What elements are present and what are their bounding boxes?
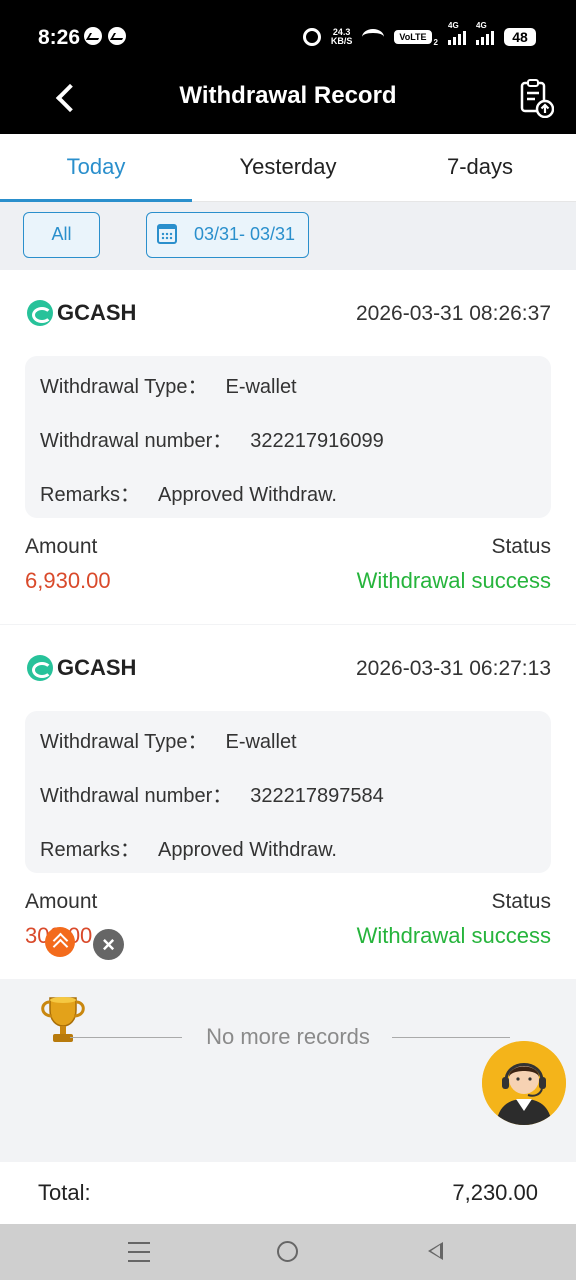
withdrawal-type-row: Withdrawal Type： E-wallet xyxy=(40,370,297,399)
system-nav-bar xyxy=(0,1224,576,1280)
date-range-label: 03/31- 03/31 xyxy=(193,224,296,244)
withdrawal-type-label: Withdrawal Type： xyxy=(40,731,208,753)
record-card: GCASH 2026-03-31 08:26:37 Withdrawal Typ… xyxy=(0,270,576,624)
withdrawal-number-value: 322217916099 xyxy=(250,430,384,452)
close-float-button[interactable]: × xyxy=(93,929,124,960)
gcash-icon xyxy=(27,655,53,681)
battery-icon: 48 xyxy=(504,28,536,46)
withdrawal-type-value: E-wallet xyxy=(225,376,297,398)
messenger-icon xyxy=(84,27,102,45)
total-bar: Total: 7,230.00 xyxy=(0,1162,576,1224)
record-details: Withdrawal Type： E-wallet Withdrawal numb… xyxy=(25,711,551,873)
record-details: Withdrawal Type： E-wallet Withdrawal numb… xyxy=(25,356,551,518)
status-label: Status xyxy=(491,890,551,913)
app-header: Withdrawal Record xyxy=(0,64,576,134)
remarks-label: Remarks： xyxy=(40,484,141,506)
scroll-top-button[interactable] xyxy=(45,927,75,957)
remarks-row: Remarks： Approved Withdraw. xyxy=(40,478,337,507)
filter-bar: All 03/31- 03/31 xyxy=(0,202,576,270)
withdrawal-number-row: Withdrawal number： 322217916099 xyxy=(40,424,384,453)
tab-today[interactable]: Today xyxy=(0,134,192,202)
remarks-label: Remarks： xyxy=(40,839,141,861)
back-icon[interactable] xyxy=(428,1242,443,1260)
alarm-icon xyxy=(302,28,321,46)
withdrawal-number-value: 322217897584 xyxy=(250,785,384,807)
record-timestamp: 2026-03-31 06:27:13 xyxy=(356,657,551,680)
filter-all-button[interactable]: All xyxy=(23,212,100,258)
status-time: 8:26 xyxy=(38,26,81,49)
amount-value: 6,930.00 xyxy=(25,568,111,593)
calendar-icon xyxy=(157,224,177,244)
channel: GCASH xyxy=(27,655,136,681)
home-icon[interactable] xyxy=(277,1241,298,1262)
channel-name: GCASH xyxy=(57,655,137,680)
signal-icon: 4G xyxy=(476,21,494,45)
divider-line xyxy=(392,1037,510,1038)
tab-7-days[interactable]: 7-days xyxy=(384,134,576,201)
net-speed-unit: KB/S xyxy=(330,36,353,46)
date-range-button[interactable]: 03/31- 03/31 xyxy=(146,212,309,258)
status-value: Withdrawal success xyxy=(356,923,551,948)
messenger-icon xyxy=(108,27,126,45)
page-title: Withdrawal Record xyxy=(179,82,397,109)
clipboard-upload-icon[interactable] xyxy=(518,78,555,119)
date-tabs: Today Yesterday 7-days xyxy=(0,134,576,202)
withdrawal-number-label: Withdrawal number： xyxy=(40,785,233,807)
status-bar: 8:26 24.3 KB/S VoLTE 2 4G 4G 48 xyxy=(0,0,576,64)
withdrawal-type-row: Withdrawal Type： E-wallet xyxy=(40,725,297,754)
withdrawal-type-value: E-wallet xyxy=(225,731,297,753)
divider-line xyxy=(70,1037,182,1038)
amount-label: Amount xyxy=(25,890,98,913)
status-value: Withdrawal success xyxy=(356,568,551,593)
channel-name: GCASH xyxy=(57,300,137,325)
sim-index: 2 xyxy=(433,37,438,47)
tab-yesterday[interactable]: Yesterday xyxy=(192,134,384,201)
signal-icon: 4G xyxy=(448,21,466,45)
support-agent-icon xyxy=(482,1041,566,1125)
remarks-row: Remarks： Approved Withdraw. xyxy=(40,833,337,862)
total-value: 7,230.00 xyxy=(452,1180,538,1205)
status-label: Status xyxy=(491,535,551,558)
channel: GCASH xyxy=(27,300,136,326)
list-end: No more records xyxy=(0,980,576,1162)
network-type: 4G xyxy=(448,21,459,30)
total-label: Total: xyxy=(38,1180,91,1205)
record-timestamp: 2026-03-31 08:26:37 xyxy=(356,302,551,325)
net-speed: 24.3 KB/S xyxy=(331,28,353,46)
remarks-value: Approved Withdraw. xyxy=(158,839,337,861)
no-more-records: No more records xyxy=(206,1024,370,1049)
menu-icon[interactable] xyxy=(128,1242,150,1262)
volte-badge: VoLTE xyxy=(394,30,432,44)
network-type: 4G xyxy=(476,21,487,30)
gcash-icon xyxy=(27,300,53,326)
remarks-value: Approved Withdraw. xyxy=(158,484,337,506)
withdrawal-number-row: Withdrawal number： 322217897584 xyxy=(40,779,384,808)
withdrawal-type-label: Withdrawal Type： xyxy=(40,376,208,398)
wifi-icon xyxy=(362,29,385,45)
record-card: GCASH 2026-03-31 06:27:13 Withdrawal Typ… xyxy=(0,625,576,979)
withdrawal-number-label: Withdrawal number： xyxy=(40,430,233,452)
customer-support-button[interactable] xyxy=(482,1041,566,1125)
trophy-icon xyxy=(36,992,90,1048)
amount-label: Amount xyxy=(25,535,98,558)
